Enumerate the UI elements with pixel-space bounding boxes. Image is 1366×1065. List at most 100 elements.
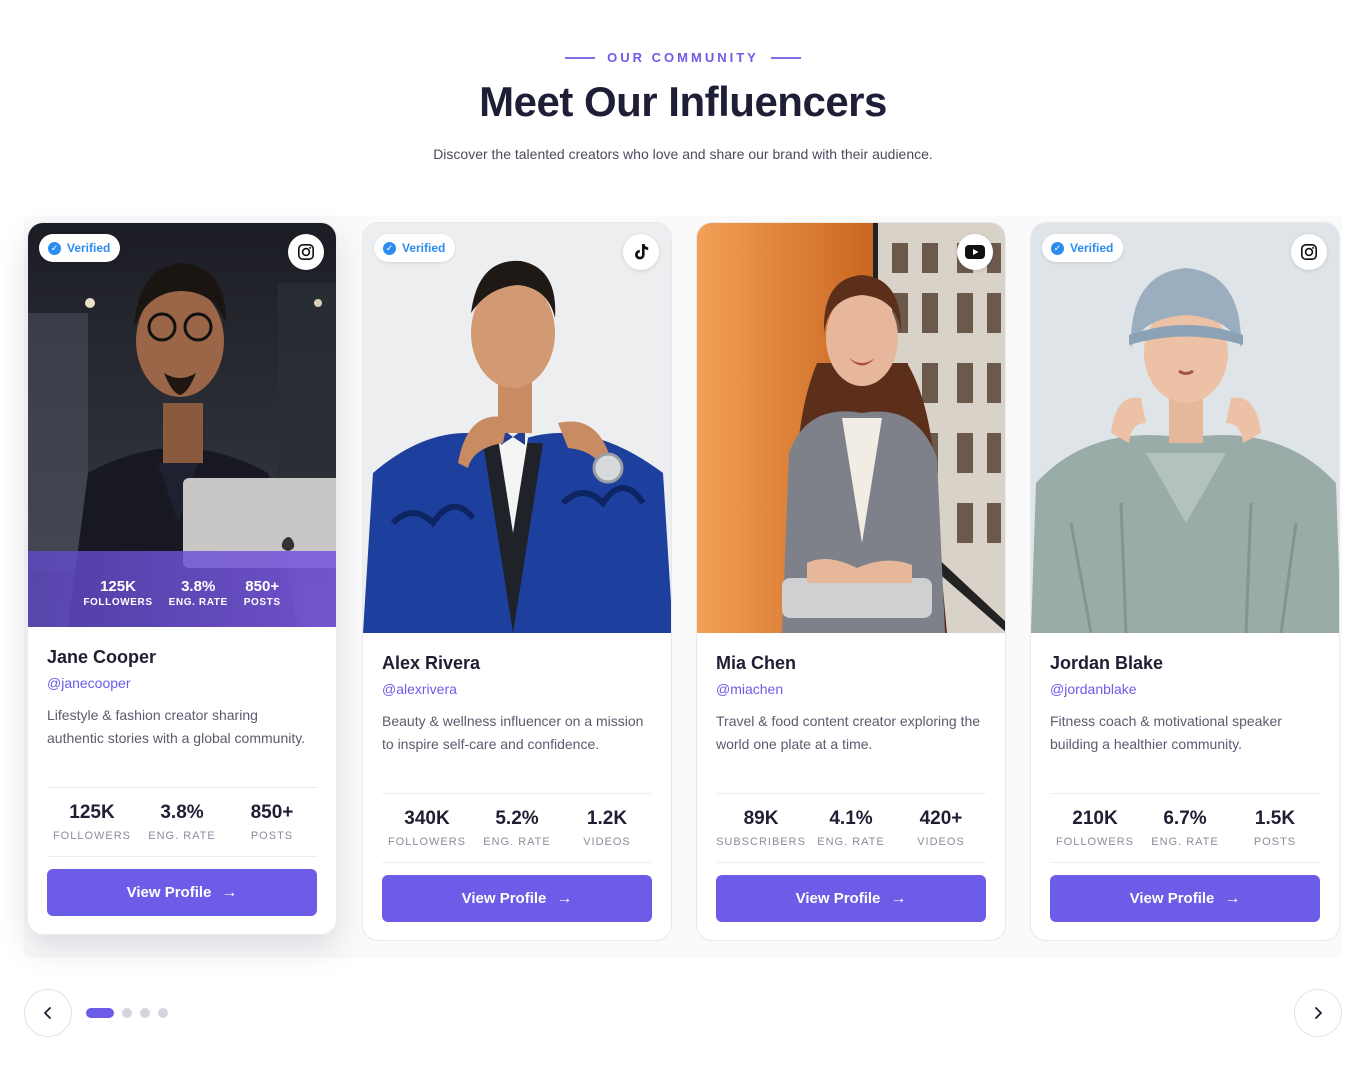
influencer-handle[interactable]: @miachen bbox=[716, 681, 986, 697]
view-profile-label: View Profile bbox=[461, 890, 547, 907]
stat-label: POSTS bbox=[1253, 836, 1297, 848]
section-title: Meet Our Influencers bbox=[479, 78, 887, 125]
influencer-card: ✓ Verified Jordan Blake @jordanblake Fit… bbox=[1030, 222, 1340, 941]
influencer-description: Lifestyle & fashion creator sharing auth… bbox=[47, 707, 306, 746]
stat-item: 3.8% ENG. RATE bbox=[137, 802, 227, 842]
influencer-description: Beauty & wellness influencer on a missio… bbox=[382, 713, 644, 752]
overlay-stat: 125K FOLLOWERS bbox=[83, 578, 152, 608]
verified-check-icon: ✓ bbox=[383, 241, 396, 255]
stat-value: 850+ bbox=[250, 802, 294, 823]
influencer-description: Fitness coach & motivational speaker bui… bbox=[1050, 713, 1282, 752]
stat-label: VIDEOS bbox=[917, 836, 965, 848]
stat-value: 1.2K bbox=[586, 808, 628, 829]
influencer-photo: ✓ Verified bbox=[363, 223, 671, 633]
verified-label: Verified bbox=[402, 241, 446, 255]
tiktok-icon[interactable] bbox=[623, 234, 659, 270]
verified-label: Verified bbox=[67, 241, 111, 255]
stat-value: 340K bbox=[404, 808, 450, 829]
section-eyebrow: OUR COMMUNITY bbox=[0, 50, 1366, 65]
view-profile-label: View Profile bbox=[126, 884, 212, 901]
stat-item: 6.7% ENG. RATE bbox=[1140, 808, 1230, 848]
view-profile-button[interactable]: View Profile → bbox=[1050, 875, 1320, 922]
pagination-dot[interactable] bbox=[158, 1008, 168, 1018]
view-profile-label: View Profile bbox=[1129, 890, 1215, 907]
stat-item: 850+ POSTS bbox=[227, 802, 317, 842]
overlay-stat: 3.8% ENG. RATE bbox=[169, 578, 228, 608]
influencer-handle[interactable]: @jordanblake bbox=[1050, 681, 1320, 697]
eyebrow-text: OUR COMMUNITY bbox=[607, 50, 759, 65]
stat-item: 1.5K POSTS bbox=[1230, 808, 1320, 848]
arrow-right-icon: → bbox=[890, 889, 907, 907]
section-subtitle: Discover the talented creators who love … bbox=[433, 146, 933, 162]
stat-value: 4.1% bbox=[829, 808, 873, 829]
eyebrow-line-right bbox=[770, 56, 801, 59]
stats-row: 125K FOLLOWERS 3.8% ENG. RATE 850+ POSTS bbox=[47, 787, 317, 857]
view-profile-button[interactable]: View Profile → bbox=[47, 869, 317, 916]
stat-value: 3.8% bbox=[160, 802, 204, 823]
overlay-stat: 850+ POSTS bbox=[244, 578, 281, 608]
stat-item: 340K FOLLOWERS bbox=[382, 808, 472, 848]
photo-illustration bbox=[697, 223, 1005, 633]
influencer-name: Jane Cooper bbox=[47, 647, 157, 667]
instagram-icon[interactable] bbox=[288, 234, 324, 270]
verified-check-icon: ✓ bbox=[1051, 241, 1064, 255]
stats-row: 210K FOLLOWERS 6.7% ENG. RATE 1.5K POSTS bbox=[1050, 793, 1320, 863]
stat-label: FOLLOWERS bbox=[52, 830, 132, 842]
stat-value: 420+ bbox=[919, 808, 963, 829]
stat-label: POSTS bbox=[250, 830, 294, 842]
arrow-right-icon: → bbox=[1224, 889, 1241, 907]
influencer-photo: ✓ Verified 125K FOLLOWERS 3.8% ENG. RATE… bbox=[28, 223, 336, 627]
view-profile-button[interactable]: View Profile → bbox=[716, 875, 986, 922]
verified-badge: ✓ Verified bbox=[39, 234, 121, 262]
stat-item: 89K SUBSCRIBERS bbox=[716, 808, 806, 848]
stats-row: 340K FOLLOWERS 5.2% ENG. RATE 1.2K VIDEOS bbox=[382, 793, 652, 863]
stat-item: 5.2% ENG. RATE bbox=[472, 808, 562, 848]
carousel-pagination bbox=[86, 1008, 168, 1018]
influencer-handle[interactable]: @alexrivera bbox=[382, 681, 652, 697]
overlay-stat-value: 3.8% bbox=[181, 578, 216, 595]
verified-badge: ✓ Verified bbox=[374, 234, 456, 262]
photo-illustration bbox=[1031, 223, 1339, 633]
influencer-card: ✓ Verified Alex Rivera @alexrivera Beaut… bbox=[362, 222, 672, 941]
influencer-handle[interactable]: @janecooper bbox=[47, 675, 317, 691]
pagination-dot-active[interactable] bbox=[86, 1008, 114, 1018]
overlay-stat-label: POSTS bbox=[243, 597, 281, 608]
chevron-right-icon bbox=[1315, 1007, 1322, 1019]
photo-illustration bbox=[363, 223, 671, 633]
pagination-dot[interactable] bbox=[140, 1008, 150, 1018]
carousel-next-button[interactable] bbox=[1294, 989, 1342, 1037]
stat-label: FOLLOWERS bbox=[1055, 836, 1135, 848]
carousel-prev-button[interactable] bbox=[24, 989, 72, 1037]
influencer-photo: ✓ Verified bbox=[1031, 223, 1339, 633]
youtube-icon[interactable] bbox=[957, 234, 993, 270]
overlay-stat-label: ENG. RATE bbox=[168, 597, 228, 608]
stat-label: VIDEOS bbox=[583, 836, 631, 848]
influencer-description: Travel & food content creator exploring … bbox=[716, 713, 981, 752]
eyebrow-line-left bbox=[565, 56, 596, 59]
influencer-card: ✓ Verified 125K FOLLOWERS 3.8% ENG. RATE… bbox=[27, 222, 337, 935]
stat-label: SUBSCRIBERS bbox=[716, 836, 806, 848]
stat-item: 1.2K VIDEOS bbox=[562, 808, 652, 848]
arrow-right-icon: → bbox=[556, 889, 573, 907]
stat-item: 420+ VIDEOS bbox=[896, 808, 986, 848]
overlay-stat-value: 125K bbox=[100, 578, 136, 595]
stat-label: FOLLOWERS bbox=[387, 836, 467, 848]
overlay-stat-label: FOLLOWERS bbox=[83, 597, 153, 608]
stat-value: 89K bbox=[743, 808, 779, 829]
stat-value: 5.2% bbox=[495, 808, 539, 829]
influencer-name: Jordan Blake bbox=[1050, 653, 1164, 673]
stat-item: 125K FOLLOWERS bbox=[47, 802, 137, 842]
stat-label: ENG. RATE bbox=[817, 836, 885, 848]
influencer-photo bbox=[697, 223, 1005, 633]
verified-badge: ✓ Verified bbox=[1042, 234, 1124, 262]
view-profile-button[interactable]: View Profile → bbox=[382, 875, 652, 922]
overlay-stat-value: 850+ bbox=[245, 578, 280, 595]
stat-label: ENG. RATE bbox=[483, 836, 551, 848]
stat-item: 210K FOLLOWERS bbox=[1050, 808, 1140, 848]
view-profile-label: View Profile bbox=[795, 890, 881, 907]
influencer-card: Mia Chen @miachen Travel & food content … bbox=[696, 222, 1006, 941]
stats-overlay: 125K FOLLOWERS 3.8% ENG. RATE 850+ POSTS bbox=[28, 551, 336, 627]
stat-value: 1.5K bbox=[1254, 808, 1296, 829]
pagination-dot[interactable] bbox=[122, 1008, 132, 1018]
instagram-icon[interactable] bbox=[1291, 234, 1327, 270]
